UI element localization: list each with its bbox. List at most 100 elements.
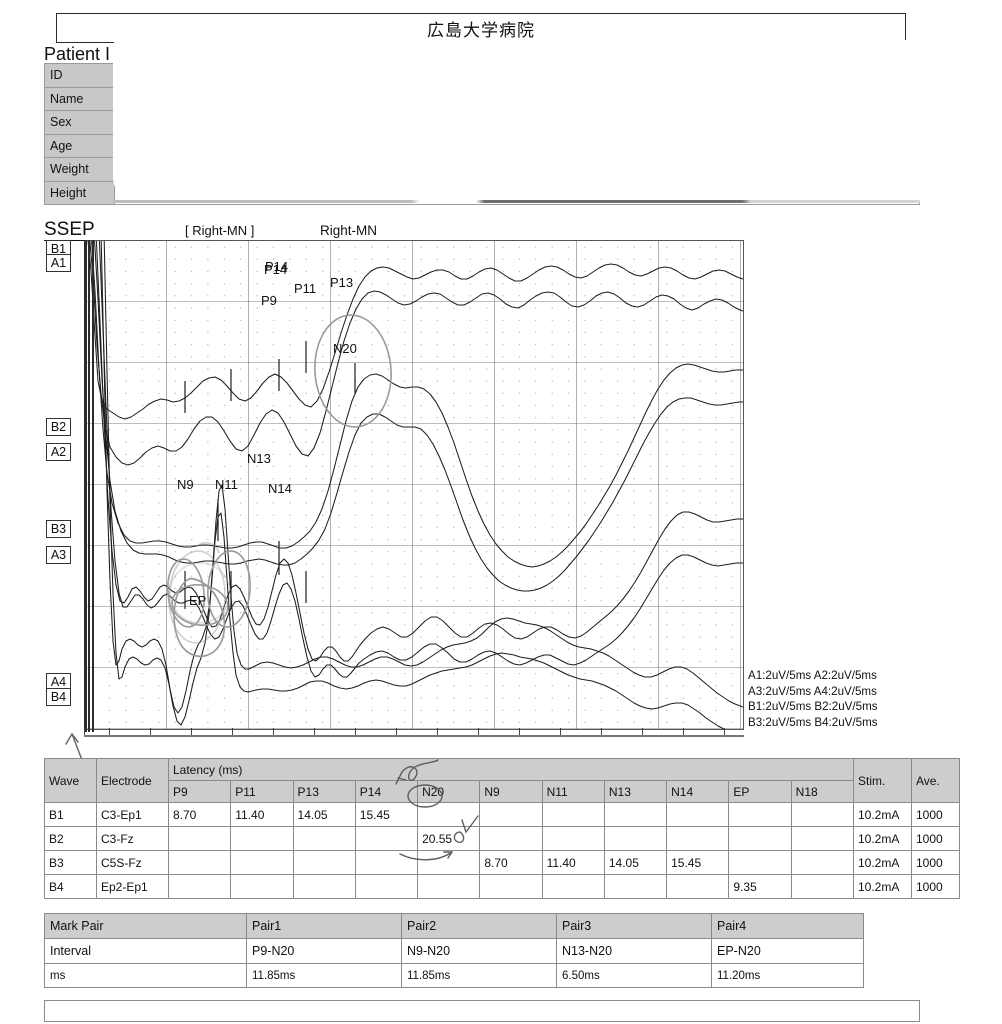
cell-n20[interactable]: 20.55 — [417, 826, 481, 851]
scale-legend-line-3: B1:2uV/5ms B2:2uV/5ms — [748, 700, 878, 713]
cell-n11[interactable] — [541, 802, 605, 827]
cell-wave: B2 — [44, 826, 97, 851]
cell-ep[interactable] — [728, 802, 792, 827]
channel-tag-b4[interactable]: B4 — [46, 688, 71, 706]
cell-ep[interactable] — [728, 850, 792, 875]
hospital-name: 広島大学病院 — [427, 20, 535, 40]
cell-ep[interactable]: 9.35 — [728, 874, 792, 899]
cell-p14[interactable] — [354, 850, 419, 875]
cell-p14[interactable] — [354, 874, 419, 899]
cell-ave: 1000 — [911, 874, 960, 899]
mark-pair-header-row: Mark Pair Pair1 Pair2 Pair3 Pair4 — [44, 913, 864, 939]
cell-p11[interactable] — [230, 874, 294, 899]
cell-ave: 1000 — [911, 802, 960, 827]
cell-n14[interactable]: 15.45 — [666, 850, 730, 875]
cell-p14[interactable] — [354, 826, 419, 851]
cell-p13[interactable] — [292, 850, 356, 875]
cell-n18[interactable] — [790, 826, 855, 851]
trace-b2 — [91, 241, 743, 568]
cell-p9[interactable] — [167, 850, 232, 875]
chart-scale-legend: A1:2uV/5ms A2:2uV/5ms A3:2uV/5ms A4:2uV/… — [748, 668, 878, 730]
latency-table-group-header-row: Wave Electrode Latency (ms) Stim. Ave. — [44, 758, 960, 803]
interval-value-pair2: 11.85ms — [401, 963, 557, 988]
col-header-electrode: Electrode — [96, 758, 169, 803]
cell-p11[interactable] — [230, 826, 294, 851]
cell-n13[interactable] — [603, 826, 668, 851]
cell-n18[interactable] — [790, 874, 855, 899]
scale-legend-line-1: A1:2uV/5ms A2:2uV/5ms — [748, 669, 877, 682]
cell-ave: 1000 — [911, 826, 960, 851]
cell-p11[interactable]: 11.40 — [230, 802, 294, 827]
cell-n11[interactable]: 11.40 — [541, 850, 605, 875]
cell-electrode: C3-Ep1 — [96, 802, 169, 827]
col-header-stim: Stim. — [853, 758, 912, 803]
cell-wave: B1 — [44, 802, 97, 827]
stimulus-artifact-bars — [84, 240, 98, 732]
cell-n13[interactable] — [603, 874, 668, 899]
interval-value-pair1: 11.85ms — [246, 963, 402, 988]
cell-p9[interactable] — [167, 874, 232, 899]
interval-pair1[interactable]: P9-N20 — [246, 938, 402, 964]
cell-stim: 10.2mA — [853, 826, 912, 851]
channel-tag-a1[interactable]: A1 — [46, 254, 71, 272]
cell-n9[interactable] — [479, 802, 543, 827]
table-row: B2 C3-Fz 20.55 10.2mA 1000 — [44, 826, 960, 851]
hospital-title-bar: 広島大学病院 — [56, 13, 906, 43]
patient-field-label-name: Name — [44, 86, 115, 111]
col-header-pair2: Pair2 — [401, 913, 557, 939]
cell-n20[interactable] — [417, 874, 481, 899]
col-header-latency-group: Latency (ms) — [168, 758, 854, 781]
channel-tag-b2[interactable]: B2 — [46, 418, 71, 436]
interval-pair4[interactable]: EP-N20 — [711, 938, 864, 964]
cell-n18[interactable] — [790, 802, 855, 827]
patient-field-label-age: Age — [44, 133, 115, 158]
cell-n13[interactable]: 14.05 — [603, 850, 668, 875]
table-row: Interval P9-N20 N9-N20 N13-N20 EP-N20 — [44, 938, 864, 964]
latency-table-header-row: P9 P11 P13 P14 N20 N9 N11 N13 N14 EP N18 — [45, 780, 960, 803]
col-header-p13: P13 — [292, 780, 356, 803]
cell-n9[interactable] — [479, 826, 543, 851]
cell-electrode: C5S-Fz — [96, 850, 169, 875]
interval-pair2[interactable]: N9-N20 — [401, 938, 557, 964]
cell-stim: 10.2mA — [853, 802, 912, 827]
cell-n9[interactable] — [479, 874, 543, 899]
col-header-pair3: Pair3 — [556, 913, 712, 939]
col-header-ep: EP — [728, 780, 792, 803]
cell-n14[interactable] — [666, 802, 730, 827]
col-header-wave: Wave — [44, 758, 97, 803]
cell-stim: 10.2mA — [853, 850, 912, 875]
cell-p9[interactable]: 8.70 — [167, 802, 232, 827]
cell-n18[interactable] — [790, 850, 855, 875]
cell-p13[interactable] — [292, 826, 356, 851]
cell-p13[interactable] — [292, 874, 356, 899]
chart-baseline-rule — [84, 735, 744, 737]
cell-n13[interactable] — [603, 802, 668, 827]
cell-p9[interactable] — [167, 826, 232, 851]
cell-n14[interactable] — [666, 826, 730, 851]
channel-tag-a3[interactable]: A3 — [46, 546, 71, 564]
cell-n14[interactable] — [666, 874, 730, 899]
cell-n11[interactable] — [541, 826, 605, 851]
privacy-redaction-overlay — [113, 40, 920, 203]
channel-tag-b3[interactable]: B3 — [46, 520, 71, 538]
cell-p14[interactable]: 15.45 — [354, 802, 419, 827]
row-label-ms: ms — [44, 963, 247, 988]
row-label-interval: Interval — [44, 938, 247, 964]
cell-n20[interactable] — [417, 850, 481, 875]
cell-p13[interactable]: 14.05 — [292, 802, 356, 827]
chart-axis-ticks — [84, 728, 744, 740]
interval-value-pair3: 6.50ms — [556, 963, 712, 988]
cell-n20[interactable] — [417, 802, 481, 827]
cell-n11[interactable] — [541, 874, 605, 899]
peak-label-p9: P9 — [261, 293, 277, 308]
cell-p11[interactable] — [230, 850, 294, 875]
interval-pair3[interactable]: N13-N20 — [556, 938, 712, 964]
peak-tick-marks — [184, 341, 356, 609]
cell-n9[interactable]: 8.70 — [479, 850, 543, 875]
peak-label-n13: N13 — [247, 451, 271, 466]
channel-tag-a2[interactable]: A2 — [46, 443, 71, 461]
privacy-redaction-edge — [113, 200, 920, 203]
comment-box[interactable] — [44, 1000, 920, 1022]
ssep-waveform-chart[interactable]: P9 P11 P13 P14 N20 N9 N11 N13 N14 EP — [84, 240, 744, 730]
cell-ep[interactable] — [728, 826, 792, 851]
